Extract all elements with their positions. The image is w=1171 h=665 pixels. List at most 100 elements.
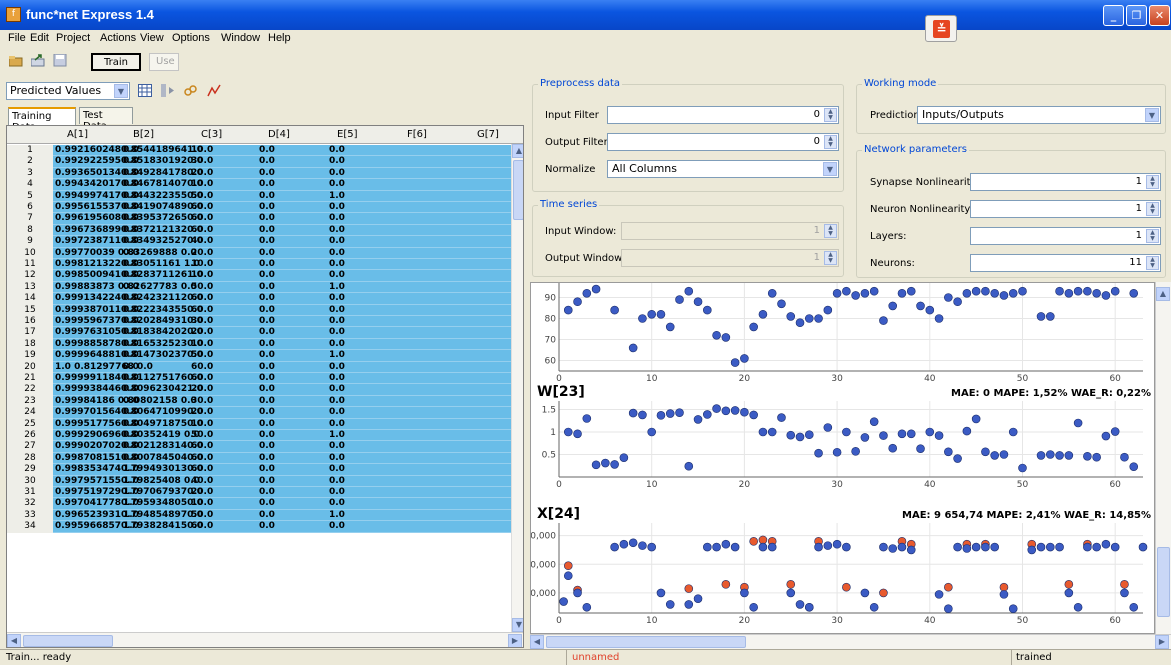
- table-row[interactable]: 6 0.9956155370.8419074890.0 0.0 60.0 0.0 0.0: [7, 202, 511, 214]
- menu-file[interactable]: File: [8, 32, 26, 44]
- table-cell[interactable]: 50.0: [191, 510, 213, 521]
- spinner-icon[interactable]: ▲ ▼: [824, 135, 837, 149]
- table-cell[interactable]: 0.0: [259, 430, 275, 441]
- prediction-select[interactable]: Inputs/Outputs ▼: [917, 106, 1161, 124]
- table-cell[interactable]: 0.0: [329, 419, 345, 430]
- table-cell[interactable]: 0.0: [123, 339, 139, 350]
- table-cell[interactable]: 0.0: [123, 350, 139, 361]
- table-row[interactable]: 29 0.9983534740.7994930130.0 1.0 60.0 0.0 0.0: [7, 464, 511, 476]
- table-cell[interactable]: 0.0: [259, 464, 275, 475]
- table-cell[interactable]: 0.0: [329, 248, 345, 259]
- table-cell[interactable]: 10.0: [191, 259, 213, 270]
- table-cell[interactable]: 0.0: [123, 248, 139, 259]
- table-cell[interactable]: 0.0: [329, 156, 345, 167]
- table-cell[interactable]: 0.0: [329, 305, 345, 316]
- table-cell[interactable]: 60.0: [191, 464, 213, 475]
- table-cell[interactable]: 0.0: [329, 236, 345, 247]
- use-button[interactable]: Use: [149, 53, 179, 71]
- table-cell[interactable]: 0.0: [123, 213, 139, 224]
- table-cell[interactable]: 0.0: [329, 453, 345, 464]
- table-cell[interactable]: 1.0: [123, 487, 139, 498]
- table-cell[interactable]: 0.0: [329, 441, 345, 452]
- table-row[interactable]: 22 0.9999384460.8096230421.0 0.0 20.0 0.0 0.0: [7, 384, 511, 396]
- scroll-left-icon[interactable]: ◀: [530, 635, 544, 649]
- table-cell[interactable]: 0.0: [329, 213, 345, 224]
- spinner-icon[interactable]: ▲ ▼: [1146, 256, 1159, 270]
- table-row[interactable]: 34 0.9959668570.7938284150.0 1.0 60.0 0.0 0.0: [7, 521, 511, 533]
- table-cell[interactable]: 1.0: [329, 430, 345, 441]
- table-cell[interactable]: 0.0: [123, 373, 139, 384]
- table-cell[interactable]: 0.0: [123, 305, 139, 316]
- table-cell[interactable]: 0.0: [123, 419, 139, 430]
- table-cell[interactable]: 0.0: [329, 487, 345, 498]
- table-cell[interactable]: 0.0: [329, 407, 345, 418]
- table-cell[interactable]: 0.0: [259, 191, 275, 202]
- table-cell[interactable]: 0.0: [329, 476, 345, 487]
- scroll-thumb[interactable]: [23, 635, 113, 647]
- table-cell[interactable]: 60.0: [191, 202, 213, 213]
- tab-training-data[interactable]: Training Data: [8, 107, 76, 133]
- table-cell[interactable]: 0.0: [259, 419, 275, 430]
- column-header[interactable]: C[3]: [201, 129, 222, 140]
- input-filter-spinner[interactable]: 0 ▲ ▼: [607, 106, 839, 124]
- table-cell[interactable]: 50.0: [191, 282, 213, 293]
- save-icon[interactable]: [53, 54, 67, 67]
- table-cell[interactable]: 0.0: [259, 407, 275, 418]
- table-cell[interactable]: 0.0: [123, 270, 139, 281]
- table-cell[interactable]: 0.0: [123, 156, 139, 167]
- view-select[interactable]: Predicted Values ▼: [6, 82, 130, 100]
- table-cell[interactable]: 0.0: [259, 498, 275, 509]
- table-row[interactable]: 2 0.9929225950.8518301920.0 0.0 30.0 0.0 0.0: [7, 156, 511, 168]
- table-cell[interactable]: 1.0: [123, 464, 139, 475]
- table-cell[interactable]: 0.0: [123, 453, 139, 464]
- scroll-down-icon[interactable]: ▼: [512, 618, 523, 632]
- table-cell[interactable]: 0.0: [259, 327, 275, 338]
- spinner-icon[interactable]: ▲ ▼: [824, 224, 837, 238]
- table-row[interactable]: 31 0.9975197290.7970679370.0 1.0 20.0 0.0 0.0: [7, 487, 511, 499]
- vertical-scrollbar[interactable]: ▲ ▼: [511, 144, 523, 632]
- horizontal-scrollbar[interactable]: ◀ ▶: [7, 632, 523, 647]
- table-row[interactable]: 3 0.9936501340.8492841780.0 0.0 20.0 0.0 0.0: [7, 167, 511, 180]
- table-row[interactable]: 11 0.9981213220.83051161 1.0 0.0 10.0 0.0 0.0: [7, 259, 511, 271]
- table-cell[interactable]: 0.0: [123, 282, 139, 293]
- column-header[interactable]: B[2]: [133, 129, 154, 140]
- table-row[interactable]: 9 0.9972387110.8349325270.0 0.0 40.0 0.0 0.0: [7, 236, 511, 248]
- table-row[interactable]: 15 0.9993870110.8222343550.0 0.0 60.0 0.0 0.0: [7, 304, 511, 316]
- table-cell[interactable]: 0.0: [329, 259, 345, 270]
- table-cell[interactable]: 0.0: [123, 316, 139, 327]
- table-cell[interactable]: 0.0: [123, 407, 139, 418]
- column-header[interactable]: D[4]: [268, 129, 290, 140]
- table-row[interactable]: 7 0.9961956080.8395372650.0 0.0 60.0 0.0 0.0: [7, 213, 511, 225]
- table-cell[interactable]: 0.0: [123, 191, 139, 202]
- table-cell[interactable]: 0.0: [329, 327, 345, 338]
- scroll-thumb[interactable]: [513, 160, 523, 220]
- table-cell[interactable]: 0.0: [259, 282, 275, 293]
- table-cell[interactable]: 10.0: [191, 339, 213, 350]
- column-icon[interactable]: [161, 84, 175, 97]
- table-cell[interactable]: 10.0: [191, 419, 213, 430]
- table-cell[interactable]: 60.0: [191, 225, 213, 236]
- graph-icon[interactable]: [207, 84, 221, 97]
- table-cell[interactable]: 0.0: [259, 248, 275, 259]
- table-row[interactable]: 13 0.99883873 0.82627783 0.0 0.0 50.0 0.0 1.0: [7, 281, 511, 294]
- table-cell[interactable]: 10.0: [191, 179, 213, 190]
- table-cell[interactable]: 0.0: [329, 498, 345, 509]
- menu-window[interactable]: Window: [221, 32, 260, 44]
- table-row[interactable]: 16 0.9995967370.8202849310.0 0.0 30.0 0.0 0.0: [7, 316, 511, 328]
- table-row[interactable]: 30 0.9979571550.79825408 0.0 1.0 40.0 0.0 0.0: [7, 475, 511, 487]
- scroll-right-icon[interactable]: ▶: [1155, 635, 1169, 649]
- table-row[interactable]: 33 0.9965239310.7948548970.0 1.0 50.0 0.0 1.0: [7, 509, 511, 522]
- grid-icon[interactable]: [138, 84, 152, 97]
- table-cell[interactable]: 0.0: [259, 305, 275, 316]
- menu-project[interactable]: Project: [56, 32, 90, 44]
- table-cell[interactable]: 40.0: [191, 476, 213, 487]
- table-cell[interactable]: 10.0: [191, 270, 213, 281]
- table-row[interactable]: 25 0.9995177560.8049718750.0 0.0 10.0 0.0 0.0: [7, 418, 511, 430]
- link-icon[interactable]: [184, 84, 198, 97]
- spinner-icon[interactable]: ▲ ▼: [1146, 202, 1159, 216]
- table-cell[interactable]: 0.0: [259, 179, 275, 190]
- table-cell[interactable]: 0.0: [123, 293, 139, 304]
- scroll-left-icon[interactable]: ◀: [7, 634, 21, 647]
- spinner-icon[interactable]: ▲ ▼: [1146, 229, 1159, 243]
- table-cell[interactable]: 10.0: [191, 498, 213, 509]
